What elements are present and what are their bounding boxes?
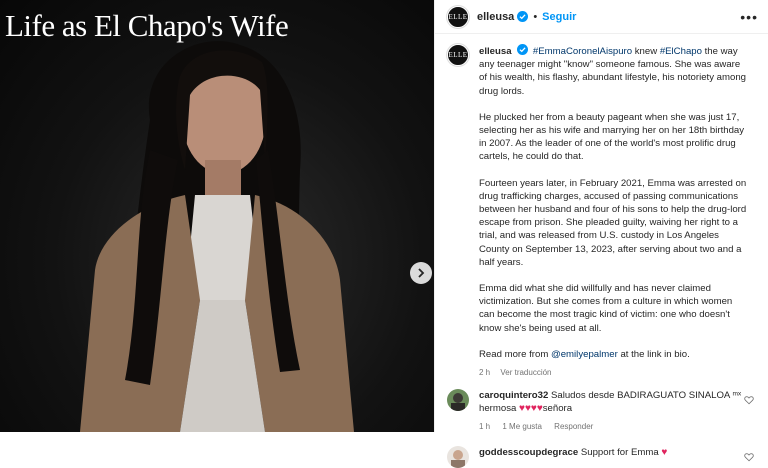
- comment: goddesscoupdegrace Support for Emma ♥: [447, 445, 756, 468]
- comment-body: goddesscoupdegrace Support for Emma ♥: [479, 446, 747, 468]
- caption-paragraph: Fourteen years later, in February 2021, …: [479, 177, 747, 268]
- post-time: 2 h: [479, 368, 491, 378]
- portrait-photo: [80, 41, 354, 432]
- caption-paragraph: Emma did what she did willfully and has …: [479, 283, 733, 334]
- avatar-image: [447, 389, 469, 412]
- post-body: ELLE elleusa #EmmaCoronelAispuro knew #E…: [435, 34, 768, 468]
- comment: caroquintero32 Saludos desde BADIRAGUATO…: [447, 389, 756, 434]
- verified-badge-icon: [517, 44, 529, 55]
- avatar[interactable]: [447, 445, 469, 468]
- verified-badge-icon: [517, 11, 529, 22]
- post-media: Life as El Chapo's Wife: [0, 0, 434, 432]
- header-username[interactable]: elleusa: [477, 11, 514, 23]
- post-caption: ELLE elleusa #EmmaCoronelAispuro knew #E…: [447, 44, 756, 374]
- avatar[interactable]: ELLE: [447, 5, 469, 28]
- like-heart-icon[interactable]: [744, 452, 754, 462]
- carousel-next-button[interactable]: [410, 262, 432, 284]
- media-title: Life as El Chapo's Wife: [5, 8, 289, 43]
- avatar-image: [447, 445, 469, 468]
- caption-avatar[interactable]: ELLE: [447, 44, 469, 66]
- caption-text-segment: knew: [632, 46, 660, 57]
- heart-emoji-icon: ♥♥♥♥: [519, 403, 543, 415]
- reply-button[interactable]: Responder: [554, 422, 593, 431]
- comment-text: señora: [542, 403, 573, 415]
- caption-paragraph: He plucked her from a beauty pageant whe…: [479, 111, 745, 163]
- comment-text: Support for Emma: [578, 446, 662, 458]
- translate-link[interactable]: Ver traducción: [500, 368, 551, 377]
- heart-emoji-icon: ♥: [661, 446, 668, 458]
- comment-likes[interactable]: 1 Me gusta: [502, 422, 542, 431]
- caption-text-segment: Read more from: [479, 348, 551, 360]
- instagram-post: Life as El Chapo's Wife ELLE elleusa • S…: [0, 0, 768, 468]
- separator-dot: •: [533, 10, 538, 23]
- post-header: ELLE elleusa • Seguir •••: [435, 0, 768, 34]
- caption-text-segment: at the link in bio.: [617, 348, 690, 360]
- hashtag-link[interactable]: #ElChapo: [660, 46, 702, 57]
- avatar[interactable]: [447, 389, 469, 412]
- comment-username[interactable]: goddesscoupdegrace: [479, 447, 578, 458]
- comment-username[interactable]: caroquintero32: [479, 390, 548, 401]
- mention-link[interactable]: @emilyepalmer: [551, 349, 618, 360]
- more-options-icon[interactable]: •••: [740, 9, 758, 25]
- follow-button[interactable]: Seguir: [542, 11, 576, 23]
- chevron-right-icon: [418, 268, 425, 278]
- post-side-panel: ELLE elleusa • Seguir ••• ELLE elleusa #…: [434, 0, 768, 468]
- comment-time: 1 h: [479, 422, 491, 432]
- caption-username[interactable]: elleusa: [479, 46, 512, 57]
- like-heart-icon[interactable]: [744, 395, 754, 405]
- hashtag-link[interactable]: #EmmaCoronelAispuro: [533, 46, 632, 57]
- caption-text: elleusa #EmmaCoronelAispuro knew #ElChap…: [479, 44, 749, 374]
- comment-body: caroquintero32 Saludos desde BADIRAGUATO…: [479, 389, 747, 434]
